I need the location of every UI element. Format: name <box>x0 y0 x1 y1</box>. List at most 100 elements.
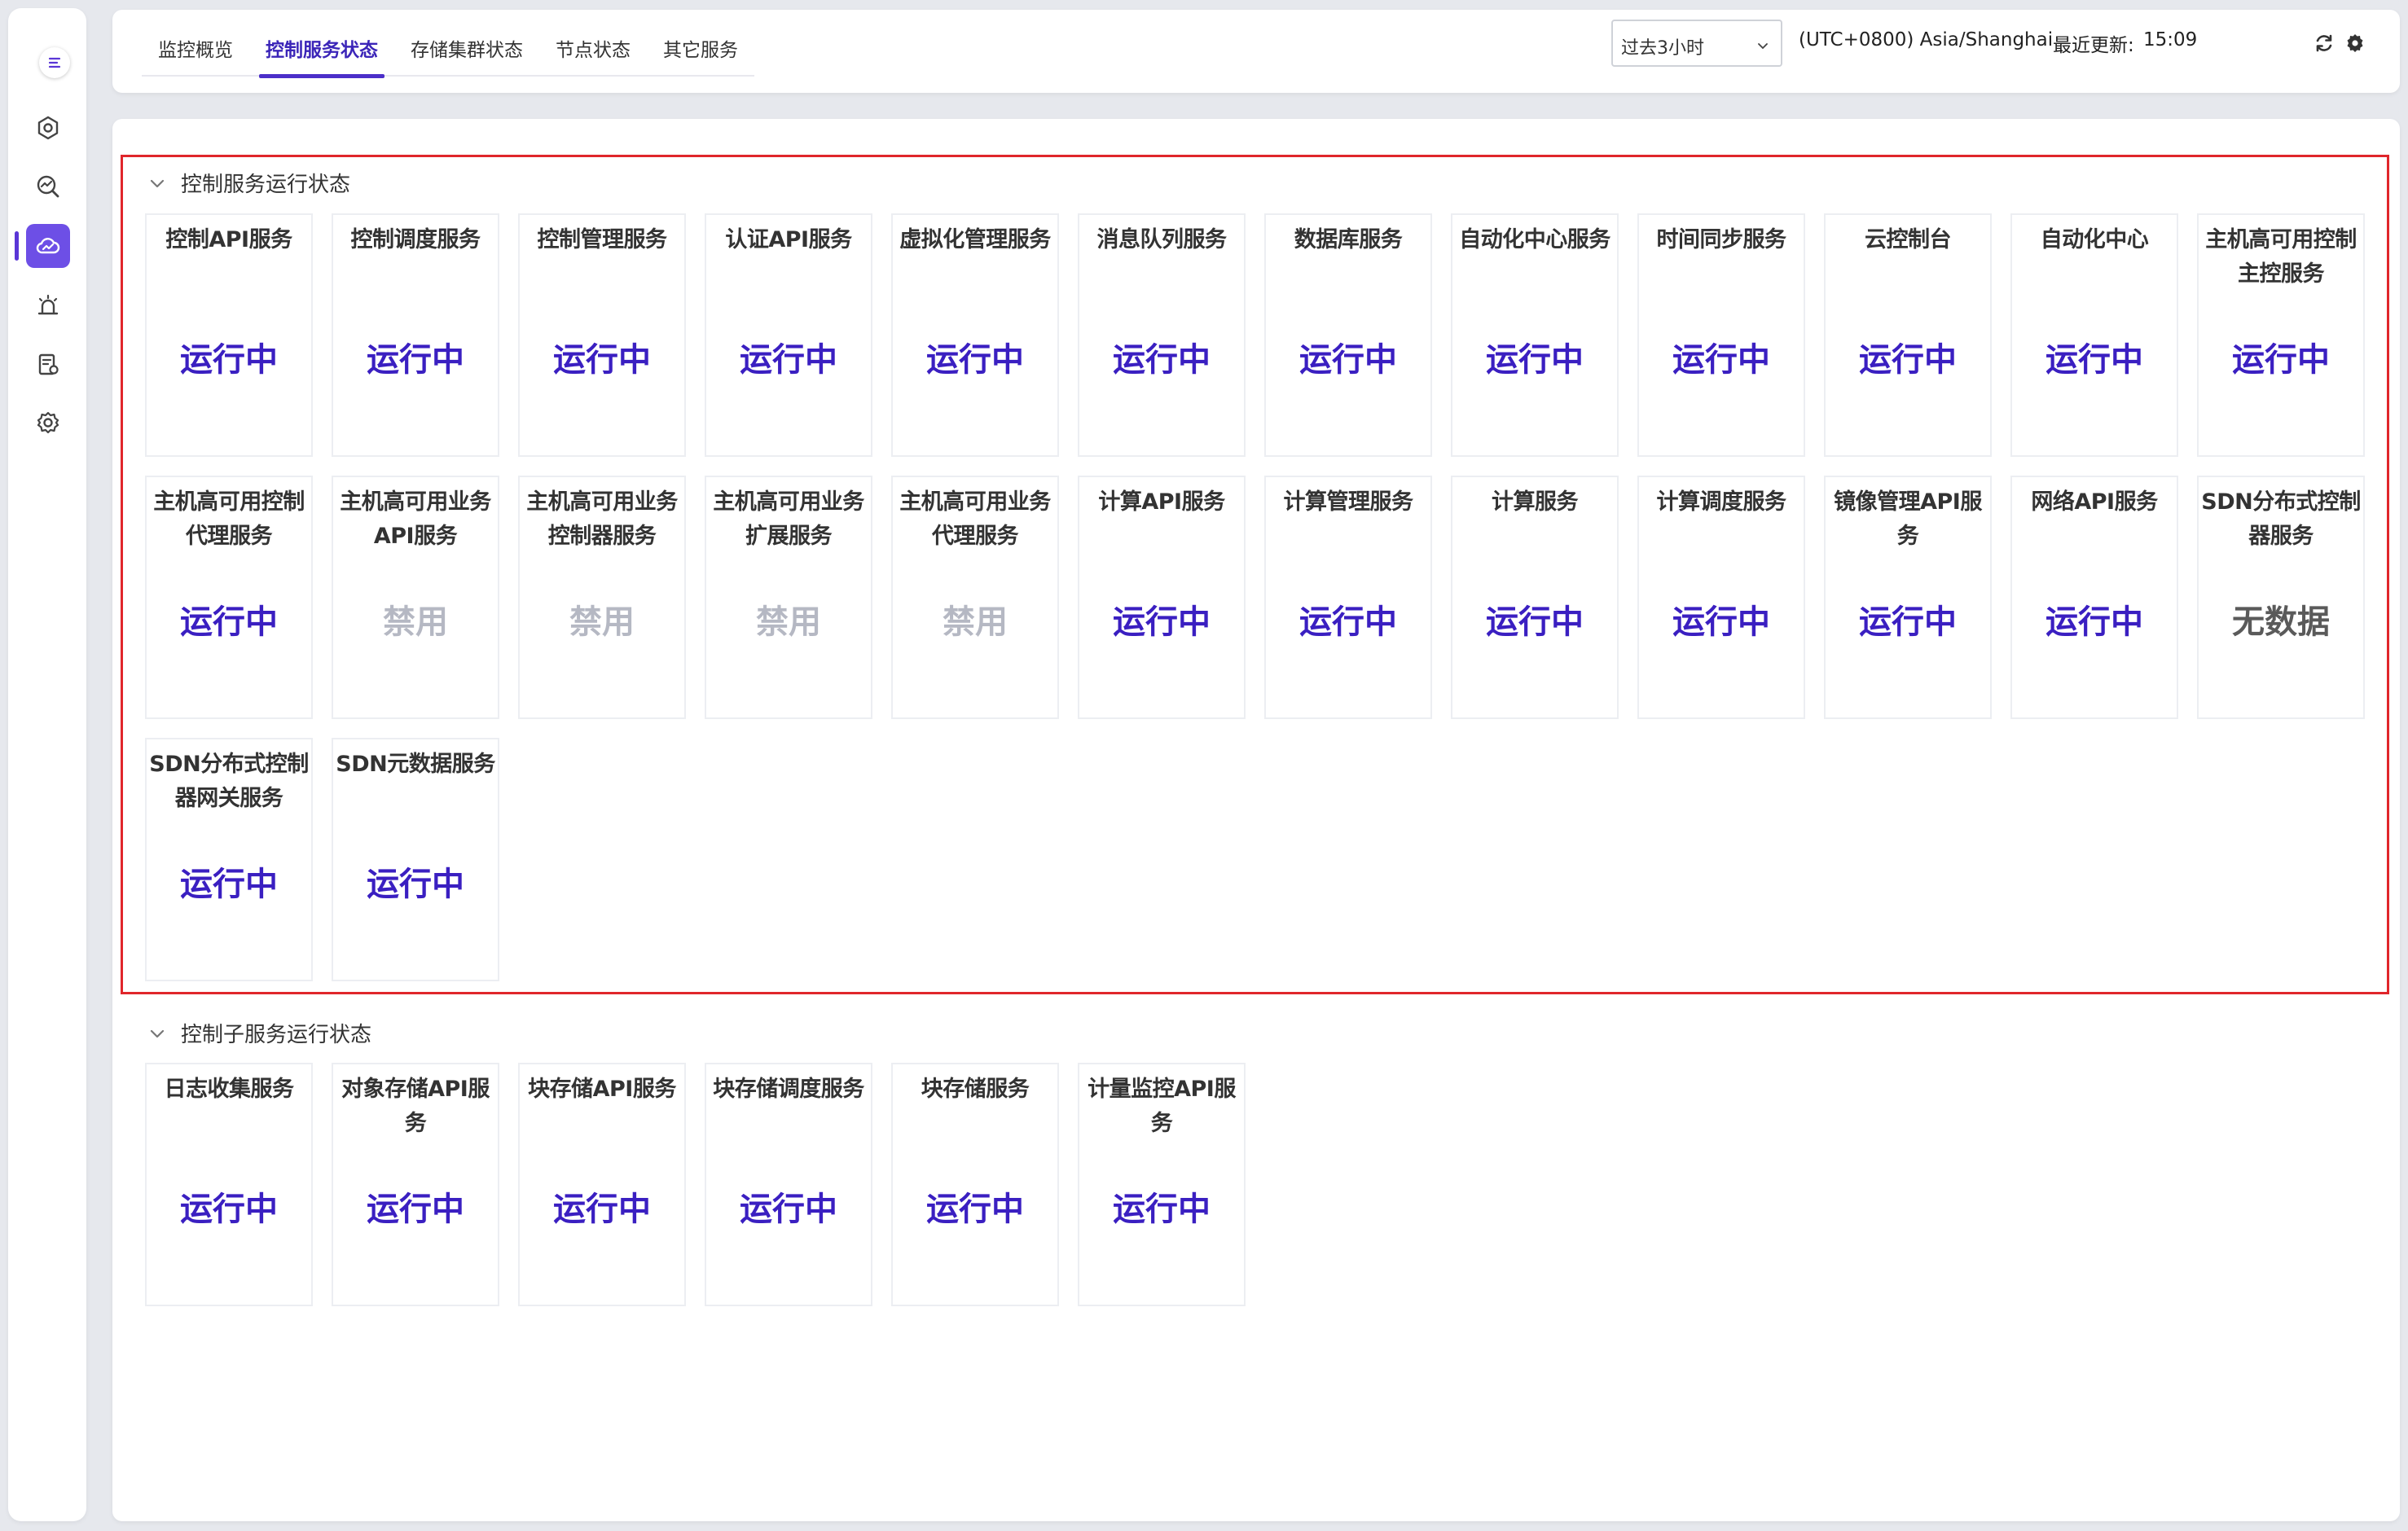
service-card[interactable]: 虚拟化管理服务 运行中 <box>891 213 1059 457</box>
hexagon-settings-icon <box>37 116 59 140</box>
service-name: 镜像管理API服务 <box>1834 489 1982 549</box>
service-card[interactable]: 镜像管理API服务 运行中 <box>1824 476 1992 719</box>
service-name: 主机高可用控制主控服务 <box>2205 227 2357 287</box>
service-card[interactable]: 主机高可用业务代理服务禁用 <box>891 476 1059 719</box>
service-card[interactable]: SDN元数据服务运行中 <box>332 738 499 981</box>
service-name: 控制调度服务 <box>350 227 481 252</box>
last-update-time: 15:09 <box>2143 29 2198 50</box>
service-status: 运行中 <box>1486 341 1584 379</box>
service-status: 运行中 <box>367 866 464 903</box>
section-sub-services-header[interactable]: 控制子服务运行状态 <box>148 1018 371 1048</box>
service-name: 认证API服务 <box>725 227 852 252</box>
service-status: 运行中 <box>740 1191 837 1228</box>
service-card[interactable]: 计算调度服务 运行中 <box>1637 476 1805 719</box>
service-name: 日志收集服务 <box>164 1077 295 1102</box>
sidebar-item-settings[interactable] <box>26 401 70 445</box>
time-range-select[interactable]: 过去3小时 <box>1611 20 1782 67</box>
time-range-value: 过去3小时 <box>1621 38 1704 59</box>
service-name: 网络API服务 <box>2031 489 2158 515</box>
service-name: 主机高可用业务控制器服务 <box>526 489 678 549</box>
service-status: 禁用 <box>569 603 635 641</box>
service-name: SDN元数据服务 <box>336 752 495 777</box>
service-name: 自动化中心服务 <box>1459 227 1610 252</box>
service-card[interactable]: 消息队列服务 运行中 <box>1078 213 1246 457</box>
sidebar-item-overview[interactable] <box>26 106 70 150</box>
service-name: 块存储调度服务 <box>713 1077 864 1102</box>
service-card[interactable]: SDN分布式控制器网关服务 运行中 <box>145 738 313 981</box>
service-card[interactable]: 云控制台 运行中 <box>1824 213 1992 457</box>
service-card[interactable]: 控制管理服务 运行中 <box>518 213 686 457</box>
service-name: 计算服务 <box>1492 489 1579 515</box>
service-name: 自动化中心 <box>2040 227 2149 252</box>
tab-storage-cluster-status[interactable]: 存储集群状态 <box>394 10 539 77</box>
service-name: 计量监控API服务 <box>1088 1077 1236 1136</box>
service-card[interactable]: 主机高可用控制主控服务运行中 <box>2197 213 2365 457</box>
service-name: 计算调度服务 <box>1656 489 1787 515</box>
service-status: 运行中 <box>926 1191 1024 1228</box>
service-status: 运行中 <box>180 1191 278 1228</box>
service-name: 主机高可用业务代理服务 <box>899 489 1051 549</box>
service-card[interactable]: 主机高可用控制代理服务 运行中 <box>145 476 313 719</box>
service-card[interactable]: 主机高可用业务控制器服务禁用 <box>518 476 686 719</box>
service-card[interactable]: 日志收集服务 运行中 <box>145 1063 313 1306</box>
service-status: 运行中 <box>2045 341 2143 379</box>
sidebar-item-analysis[interactable] <box>26 165 70 208</box>
service-status: 禁用 <box>756 603 821 641</box>
chevron-down-icon <box>1758 43 1768 50</box>
sidebar-item-report[interactable] <box>26 342 70 386</box>
chevron-down-icon <box>150 1029 165 1037</box>
tab-other-services[interactable]: 其它服务 <box>647 10 754 77</box>
service-status: 无数据 <box>2232 603 2330 641</box>
service-name: 主机高可用控制代理服务 <box>153 489 305 549</box>
service-status: 运行中 <box>2232 341 2330 379</box>
service-name: 云控制台 <box>1865 227 1952 252</box>
service-card[interactable]: 块存储服务 运行中 <box>891 1063 1059 1306</box>
service-card[interactable]: 控制API服务 运行中 <box>145 213 313 457</box>
tab-control-service-status[interactable]: 控制服务状态 <box>249 10 394 78</box>
service-card[interactable]: 时间同步服务 运行中 <box>1637 213 1805 457</box>
service-status: 运行中 <box>1113 341 1211 379</box>
service-name: 块存储API服务 <box>528 1077 676 1102</box>
service-card[interactable]: 自动化中心 运行中 <box>2010 213 2178 457</box>
cloud-monitor-icon <box>36 238 60 254</box>
service-name: 对象存储API服务 <box>341 1077 490 1136</box>
section-control-services-header[interactable]: 控制服务运行状态 <box>148 168 350 198</box>
service-card[interactable]: 认证API服务 运行中 <box>705 213 872 457</box>
sub-services-grid: 日志收集服务 运行中 对象存储API服务 运行中 块存储API服务 运行中 块存储调度服务运… <box>145 1063 2365 1306</box>
service-status: 运行中 <box>1672 603 1770 641</box>
service-name: 计算管理服务 <box>1283 489 1414 515</box>
section-title: 控制服务运行状态 <box>181 173 351 197</box>
service-card[interactable]: 计量监控API服务运行中 <box>1078 1063 1246 1306</box>
service-status: 运行中 <box>926 341 1024 379</box>
service-card[interactable]: 计算API服务 运行中 <box>1078 476 1246 719</box>
tab-monitor-overview[interactable]: 监控概览 <box>142 10 249 77</box>
sidebar-item-alarm[interactable] <box>26 283 70 327</box>
service-card[interactable]: 块存储调度服务运行中 <box>705 1063 872 1306</box>
service-card[interactable]: 计算管理服务 运行中 <box>1264 476 1432 719</box>
service-status: 运行中 <box>1113 603 1211 641</box>
service-card[interactable]: 数据库服务 运行中 <box>1264 213 1432 457</box>
service-card[interactable]: 块存储API服务 运行中 <box>518 1063 686 1306</box>
service-card[interactable]: 对象存储API服务 运行中 <box>332 1063 499 1306</box>
service-status: 禁用 <box>943 603 1008 641</box>
menu-expand-button[interactable] <box>39 47 70 78</box>
service-name: SDN分布式控制器网关服务 <box>149 752 309 811</box>
service-card[interactable]: SDN分布式控制器服务 无数据 <box>2197 476 2365 719</box>
service-card[interactable]: 计算服务 运行中 <box>1451 476 1619 719</box>
service-status: 运行中 <box>1113 1191 1211 1228</box>
tab-node-status[interactable]: 节点状态 <box>539 10 647 77</box>
refresh-icon[interactable] <box>2314 33 2335 54</box>
service-card[interactable]: 主机高可用业务扩展服务 禁用 <box>705 476 872 719</box>
clipboard-gear-icon <box>38 353 59 375</box>
service-status: 运行中 <box>1299 341 1397 379</box>
gear-icon[interactable] <box>2344 33 2366 54</box>
service-card[interactable]: 自动化中心服务运行中 <box>1451 213 1619 457</box>
service-card[interactable]: 网络API服务 运行中 <box>2010 476 2178 719</box>
sidebar-item-monitor[interactable] <box>26 224 70 268</box>
service-card[interactable]: 控制调度服务 运行中 <box>332 213 499 457</box>
service-card[interactable]: 主机高可用业务API服务 禁用 <box>332 476 499 719</box>
service-status: 禁用 <box>383 603 448 641</box>
timezone-label: (UTC+0800) Asia/Shanghai <box>1799 29 2054 50</box>
last-update-label: 最近更新: <box>2053 35 2134 56</box>
service-name: 控制管理服务 <box>537 227 668 252</box>
